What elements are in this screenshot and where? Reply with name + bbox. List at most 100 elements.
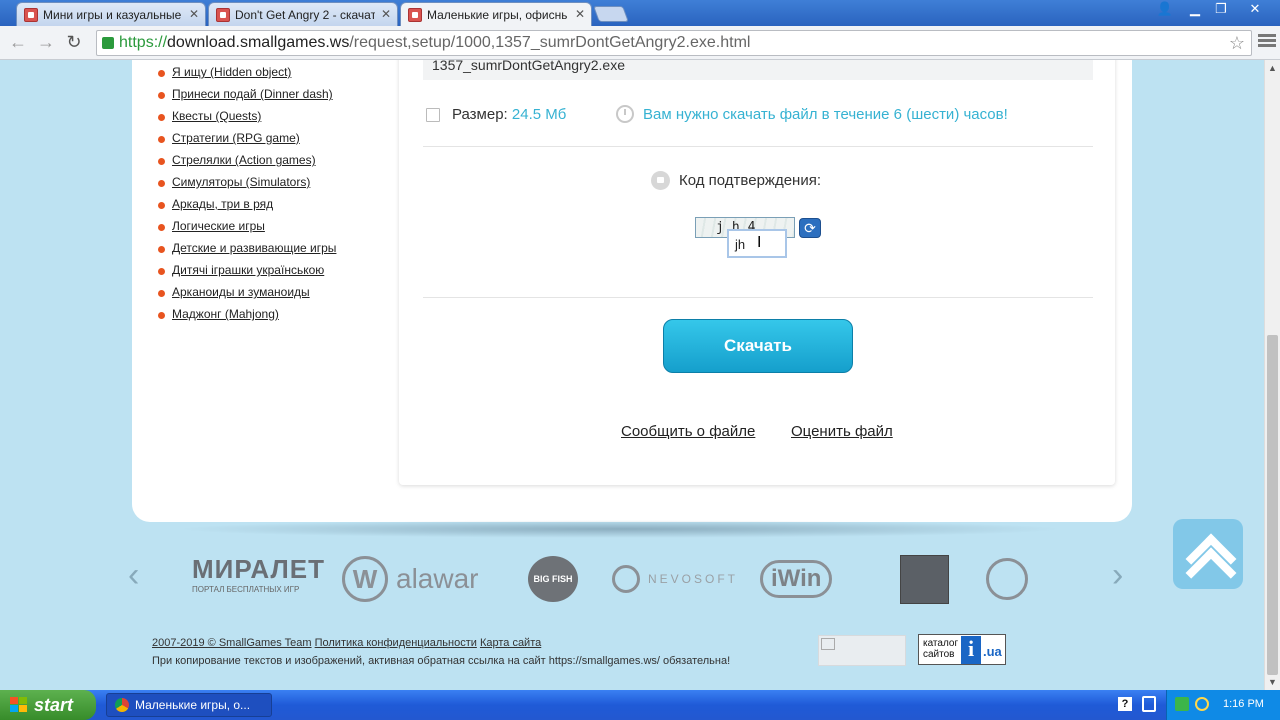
clock: 1:16 PM — [1223, 698, 1264, 710]
download-button[interactable]: Скачать — [663, 319, 853, 373]
category-item[interactable]: Я ищу (Hidden object) — [158, 65, 336, 87]
partner-name: МИРАЛЕТ — [192, 554, 325, 584]
restore-icon[interactable]: ❐ — [1208, 0, 1234, 18]
category-item[interactable]: Арканоиды и зуманоиды — [158, 285, 336, 307]
catalog-badge[interactable]: каталог сайтов i .ua — [918, 634, 1006, 665]
refresh-captcha-icon[interactable]: ⟳ — [799, 218, 821, 238]
category-link[interactable]: Маджонг (Mahjong) — [172, 307, 279, 321]
partner-logo-tower[interactable] — [900, 554, 949, 604]
category-item[interactable]: Маджонг (Mahjong) — [158, 307, 336, 329]
tab-3-active[interactable]: Маленькие игры, офисные ✕ — [400, 2, 592, 26]
catalog-i: i — [961, 636, 981, 664]
partner-name: alawar — [396, 563, 479, 594]
category-link[interactable]: Дитячі іграшки українською — [172, 263, 324, 277]
partner-name: iWin — [760, 560, 833, 598]
partner-subtitle: ПОРТАЛ БЕСПЛАТНЫХ ИГР — [192, 585, 300, 594]
category-item[interactable]: Логические игры — [158, 219, 336, 241]
help-icon[interactable]: ? — [1118, 697, 1132, 711]
new-tab-button[interactable] — [593, 6, 629, 22]
file-name: 1357_sumrDontGetAngry2.exe — [432, 60, 625, 73]
category-link[interactable]: Симуляторы (Simulators) — [172, 175, 310, 189]
catalog-line-1: каталог — [923, 638, 959, 649]
category-link[interactable]: Квесты (Quests) — [172, 109, 261, 123]
scrollbar-thumb[interactable] — [1267, 335, 1278, 675]
category-list: Я ищу (Hidden object) Принеси подай (Din… — [158, 65, 336, 329]
tab-2[interactable]: Don't Get Angry 2 - скачать ✕ — [208, 2, 398, 26]
close-icon[interactable]: ✕ — [381, 7, 391, 21]
carousel-prev-icon[interactable]: ‹ — [128, 556, 139, 595]
tab-title: Don't Get Angry 2 - скачать — [235, 8, 375, 22]
close-icon[interactable]: ✕ — [575, 7, 585, 21]
category-link[interactable]: Логические игры — [172, 219, 265, 233]
category-link[interactable]: Стрелялки (Action games) — [172, 153, 316, 167]
browser-menu-icon[interactable] — [1258, 32, 1276, 49]
download-panel: 1357_sumrDontGetAngry2.exe Размер: 24.5 … — [399, 60, 1115, 485]
partner-logo-alawar[interactable]: W alawar — [342, 554, 478, 604]
category-link[interactable]: Арканоиды и зуманоиды — [172, 285, 310, 299]
search-icon[interactable] — [1195, 697, 1209, 711]
user-icon[interactable]: 👤 — [1152, 0, 1178, 18]
footer-links: 2007-2019 © SmallGames Team Политика кон… — [152, 637, 541, 649]
window-close-icon[interactable]: ✕ — [1240, 0, 1270, 18]
code-label: Код подтверждения: — [679, 172, 821, 189]
copyright-link[interactable]: 2007-2019 © SmallGames Team — [152, 637, 312, 649]
alawar-w-icon: W — [342, 556, 388, 602]
partner-logo-bigfish[interactable]: BIG FISH — [528, 554, 578, 604]
carousel-next-icon[interactable]: › — [1112, 556, 1123, 595]
category-link[interactable]: Аркады, три в ряд — [172, 197, 273, 211]
time-notice: Вам нужно скачать файл в течение 6 (шест… — [643, 106, 1008, 123]
category-item[interactable]: Симуляторы (Simulators) — [158, 175, 336, 197]
catalog-line-2: сайтов — [923, 649, 955, 660]
category-item[interactable]: Принеси подай (Dinner dash) — [158, 87, 336, 109]
category-link[interactable]: Детские и развивающие игры — [172, 241, 336, 255]
report-file-link[interactable]: Сообщить о файле — [621, 423, 755, 440]
catalog-ua: .ua — [983, 644, 1002, 659]
start-button[interactable]: start — [0, 690, 96, 720]
text-cursor-icon: I — [757, 234, 762, 251]
category-item[interactable]: Дитячі іграшки українською — [158, 263, 336, 285]
url-path: /request,setup/1000,1357_sumrDontGetAngr… — [349, 34, 751, 51]
taskbar-chrome-window[interactable]: Маленькие игры, о... — [106, 693, 272, 717]
bookmark-star-icon[interactable]: ☆ — [1229, 33, 1245, 54]
category-item[interactable]: Стрелялки (Action games) — [158, 153, 336, 175]
lock-icon — [651, 171, 670, 190]
partner-logo-iwin[interactable]: iWin — [760, 554, 833, 604]
scroll-up-icon[interactable]: ▲ — [1268, 63, 1277, 73]
windows-flag-icon — [10, 697, 28, 713]
category-link[interactable]: Принеси подай (Dinner dash) — [172, 87, 333, 101]
chrome-icon — [115, 698, 129, 712]
category-item[interactable]: Детские и развивающие игры — [158, 241, 336, 263]
partner-name: BIG FISH — [528, 556, 578, 602]
category-item[interactable]: Квесты (Quests) — [158, 109, 336, 131]
category-item[interactable]: Аркады, три в ряд — [158, 197, 336, 219]
tab-title: Маленькие игры, офисные — [427, 8, 567, 22]
forward-arrow-icon[interactable]: → — [34, 32, 58, 53]
flag-icon — [426, 108, 440, 122]
tab-1[interactable]: Мини игры и казуальные и ✕ — [16, 2, 206, 26]
reload-icon[interactable]: ↻ — [62, 32, 86, 53]
scroll-to-top-button[interactable] — [1173, 519, 1243, 589]
partner-logo-miralet[interactable]: МИРАЛЕТ ПОРТАЛ БЕСПЛАТНЫХ ИГР — [192, 554, 324, 604]
scroll-down-icon[interactable]: ▼ — [1268, 677, 1277, 687]
category-link[interactable]: Стратегии (RPG game) — [172, 131, 300, 145]
page-scrollbar[interactable]: ▲ ▼ — [1264, 60, 1280, 690]
privacy-link[interactable]: Политика конфиденциальности — [315, 637, 477, 649]
divider — [423, 146, 1093, 147]
minimize-icon[interactable]: ▁ — [1182, 0, 1208, 18]
category-link[interactable]: Я ищу (Hidden object) — [172, 65, 291, 79]
network-icon[interactable] — [1142, 696, 1156, 712]
rate-file-link[interactable]: Оценить файл — [791, 423, 893, 440]
catalog-text: каталог сайтов — [923, 638, 958, 660]
category-item[interactable]: Стратегии (RPG game) — [158, 131, 336, 153]
back-arrow-icon[interactable]: ← — [6, 32, 30, 53]
partner-logo-crosshair[interactable] — [986, 554, 1028, 604]
close-icon[interactable]: ✕ — [189, 7, 199, 21]
browser-toolbar: ← → ↻ https://download.smallgames.ws/req… — [0, 26, 1280, 60]
sitemap-link[interactable]: Карта сайта — [480, 637, 541, 649]
tray-app-icon[interactable] — [1175, 697, 1189, 711]
counter-badge[interactable] — [818, 635, 906, 666]
partner-logo-nevosoft[interactable]: NEVOSOFT — [612, 554, 738, 604]
address-bar[interactable]: https://download.smallgames.ws/request,s… — [96, 30, 1252, 56]
start-label: start — [34, 695, 74, 715]
divider — [423, 297, 1093, 298]
